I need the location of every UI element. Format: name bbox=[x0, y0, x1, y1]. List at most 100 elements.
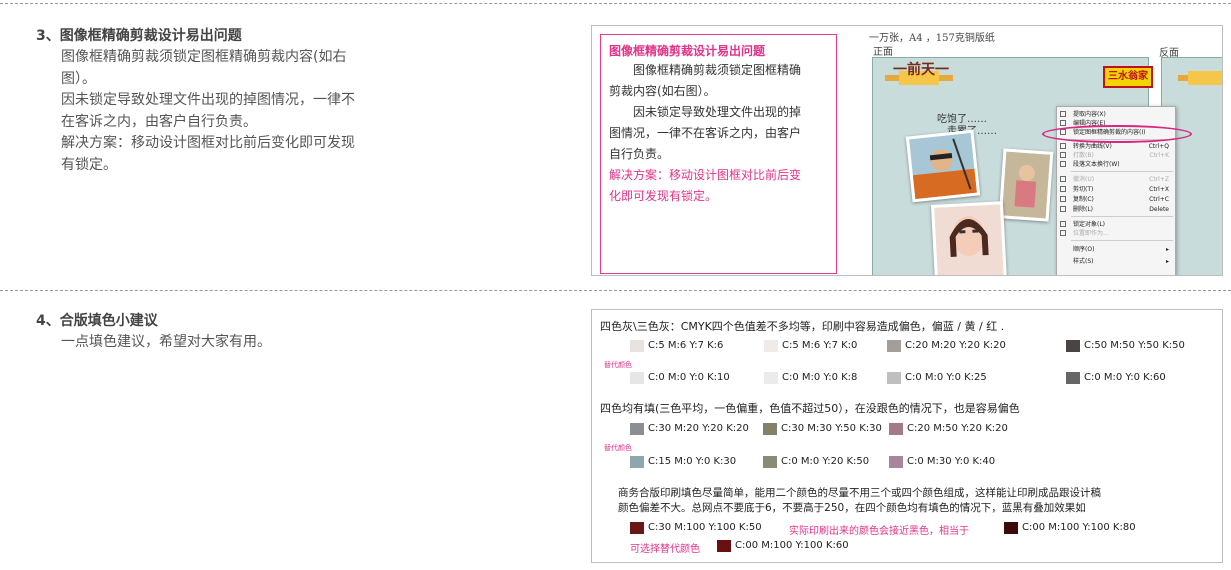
menu-item-icon bbox=[1060, 143, 1066, 149]
print-spec-caption: 一万张，A4 ，157克铜版纸 bbox=[869, 33, 995, 44]
section3-line: 解决方案：移动设计图框对比前后变化即可发现 bbox=[61, 135, 355, 151]
color-label: C:30 M:20 Y:20 K:20 bbox=[648, 423, 749, 434]
color-fill-tips-illustration: 四色灰\三色灰：CMYK四个色值差不多均等，印刷中容易造成偏色，偏蓝 / 黄 /… bbox=[591, 309, 1223, 563]
color-label: C:5 M:6 Y:7 K:6 bbox=[648, 340, 724, 351]
four-color-intro: 四色均有填(三色平均，一色偏重，色值不超过50），在没跟色的情况下，也是容易偏色 bbox=[600, 402, 1020, 415]
banner-text: 一前天一 bbox=[893, 62, 949, 78]
alternative-choice-note: 可选择替代颜色 bbox=[630, 544, 700, 555]
context-menu-item[interactable]: 位置即作为... bbox=[1057, 229, 1175, 238]
menu-item-icon bbox=[1060, 186, 1066, 192]
illustration-line: 自行负责。 bbox=[609, 147, 670, 161]
menu-item-icon bbox=[1060, 161, 1066, 167]
color-swatch bbox=[1066, 372, 1080, 384]
color-label: C:5 M:6 Y:7 K:0 bbox=[782, 340, 858, 351]
gray-intro: 四色灰\三色灰：CMYK四个色值差不多均等，印刷中容易造成偏色，偏蓝 / 黄 /… bbox=[600, 320, 1005, 333]
section3-line: 有锁定。 bbox=[61, 156, 117, 173]
section3-line: 图）。 bbox=[61, 70, 96, 87]
color-label: C:00 M:100 Y:100 K:60 bbox=[735, 540, 849, 551]
color-swatch bbox=[763, 423, 777, 435]
color-label: C:0 M:30 Y:0 K:40 bbox=[907, 456, 996, 467]
illustration-solution-line: 解决方案：移动设计图框对比前后变 bbox=[609, 168, 802, 182]
color-swatch bbox=[887, 340, 901, 352]
archer-photo bbox=[905, 129, 981, 203]
menu-item-icon bbox=[1060, 230, 1066, 236]
illustration-line: 因未锁定导致处理文件出现的掉 bbox=[633, 105, 802, 119]
advice-paragraph-line-1: 商务合版印刷填色尽量简单，能用二个颜色的尽量不用三个或四个颜色组成，这样能让印刷… bbox=[618, 487, 1101, 499]
illustration-body: 图像框精确剪裁须锁定图框精确 剪裁内容(如右图）。 因未锁定导致处理文件出现的掉… bbox=[609, 60, 828, 207]
context-menu-item[interactable]: 剪切(T) Ctrl+X bbox=[1057, 185, 1175, 194]
context-menu-item[interactable]: 提取内容(X) bbox=[1057, 110, 1175, 119]
color-label: C:20 M:20 Y:20 K:20 bbox=[905, 340, 1006, 351]
context-menu-item[interactable]: 复制(C) Ctrl+C bbox=[1057, 195, 1175, 204]
section3-line: 在客诉之内，由客户自行负责。 bbox=[61, 113, 257, 130]
menu-item-icon bbox=[1060, 111, 1066, 117]
illustration-solution-line: 化即可发现有锁定。 bbox=[609, 189, 718, 203]
color-swatch bbox=[717, 540, 731, 552]
context-menu-item[interactable]: 转换为曲线(V) Ctrl+Q bbox=[1057, 142, 1175, 151]
crop-lock-illustration: 图像框精确剪裁设计易出问题 图像框精确剪裁须锁定图框精确 剪裁内容(如右图）。 … bbox=[591, 25, 1223, 276]
menu-item-icon bbox=[1060, 152, 1066, 158]
color-swatch bbox=[1004, 522, 1018, 534]
back-banner-graphic bbox=[1178, 71, 1222, 85]
color-label: C:0 M:0 Y:20 K:50 bbox=[781, 456, 870, 467]
color-label: C:00 M:100 Y:100 K:80 bbox=[1022, 522, 1136, 533]
section3-line: 因未锁定导致处理文件出现的掉图情况，一律不 bbox=[61, 92, 355, 108]
brand-logo: 三水翁家 bbox=[1103, 66, 1153, 88]
advice-paragraph-line-2: 颜色偏差不大。总网点不要底于6，不要高于250，在四个颜色均有填色的情况下，蓝黑… bbox=[618, 502, 1086, 514]
color-label: C:15 M:0 Y:0 K:30 bbox=[648, 456, 737, 467]
context-menu-item[interactable]: 样式(S) ▸ bbox=[1057, 257, 1175, 266]
color-swatch bbox=[889, 456, 903, 468]
menu-item-icon bbox=[1060, 221, 1066, 227]
color-swatch bbox=[630, 372, 644, 384]
context-menu-item[interactable]: 段落文本换行(W) bbox=[1057, 160, 1175, 169]
section4-line: 一点填色建议，希望对大家有用。 bbox=[61, 334, 271, 350]
context-menu-item[interactable]: 打散(B) Ctrl+K bbox=[1057, 151, 1175, 160]
portrait-photo bbox=[930, 201, 1008, 275]
child-photo bbox=[998, 148, 1054, 222]
context-menu-item[interactable]: 顺序(O) ▸ bbox=[1057, 245, 1175, 254]
highlight-ellipse bbox=[1042, 125, 1192, 143]
color-swatch bbox=[630, 456, 644, 468]
color-label: C:20 M:50 Y:20 K:20 bbox=[907, 423, 1008, 434]
color-swatch bbox=[887, 372, 901, 384]
menu-item-icon bbox=[1060, 120, 1066, 126]
context-menu-item[interactable]: 撤消(U) Ctrl+Z bbox=[1057, 175, 1175, 184]
color-swatch bbox=[764, 372, 778, 384]
context-menu-item[interactable]: 锁定对象(L) bbox=[1057, 220, 1175, 229]
context-menu-item[interactable]: 删除(L) Delete bbox=[1057, 205, 1175, 214]
color-swatch bbox=[763, 456, 777, 468]
alternative-color-label: 替代颜色 bbox=[604, 361, 632, 369]
illustration-line: 剪裁内容(如右图）。 bbox=[609, 84, 716, 98]
color-swatch bbox=[630, 423, 644, 435]
section3-line: 图像框精确剪裁须锁定图框精确剪裁内容(如右 bbox=[61, 49, 347, 65]
color-label: C:0 M:0 Y:0 K:25 bbox=[905, 372, 987, 383]
color-label: C:50 M:50 Y:50 K:50 bbox=[1084, 340, 1185, 351]
section-divider bbox=[0, 290, 1231, 291]
menu-item-icon bbox=[1060, 196, 1066, 202]
section4-title: 4、合版填色小建议 bbox=[36, 313, 158, 329]
illustration-text-box: 图像框精确剪裁设计易出问题 图像框精确剪裁须锁定图框精确 剪裁内容(如右图）。 … bbox=[600, 34, 837, 274]
menu-item-icon bbox=[1060, 206, 1066, 212]
front-side-label: 正面 bbox=[873, 47, 893, 58]
color-label: C:0 M:0 Y:0 K:60 bbox=[1084, 372, 1166, 383]
color-label: C:0 M:0 Y:0 K:8 bbox=[782, 372, 858, 383]
illustration-title: 图像框精确剪裁设计易出问题 bbox=[609, 44, 766, 58]
color-label: C:30 M:30 Y:50 K:30 bbox=[781, 423, 882, 434]
color-swatch bbox=[630, 340, 644, 352]
menu-item-icon bbox=[1060, 176, 1066, 182]
design-canvas: 一万张，A4 ，157克铜版纸 正面 反面 一前天一 三水翁家 吃饱了…… 走累… bbox=[844, 26, 1222, 275]
near-black-note: 实际印刷出来的颜色会接近黑色，相当于 bbox=[789, 526, 969, 537]
top-divider bbox=[0, 3, 1231, 4]
section3-text: 图像框精确剪裁须锁定图框精确剪裁内容(如右 图）。 因未锁定导致处理文件出现的掉… bbox=[61, 47, 355, 176]
color-label: C:0 M:0 Y:0 K:10 bbox=[648, 372, 730, 383]
color-swatch bbox=[630, 522, 644, 534]
section4-text: 一点填色建议，希望对大家有用。 bbox=[61, 332, 271, 354]
illustration-line: 图像框精确剪裁须锁定图框精确 bbox=[633, 63, 802, 77]
color-swatch bbox=[889, 423, 903, 435]
section3-title: 3、图像框精确剪裁设计易出问题 bbox=[36, 28, 242, 44]
color-label: C:30 M:100 Y:100 K:50 bbox=[648, 522, 762, 533]
illustration-line: 图情况，一律不在客诉之内，由客户 bbox=[609, 126, 802, 140]
color-swatch bbox=[1066, 340, 1080, 352]
color-swatch bbox=[764, 340, 778, 352]
alternative-color-label: 替代颜色 bbox=[604, 444, 632, 452]
